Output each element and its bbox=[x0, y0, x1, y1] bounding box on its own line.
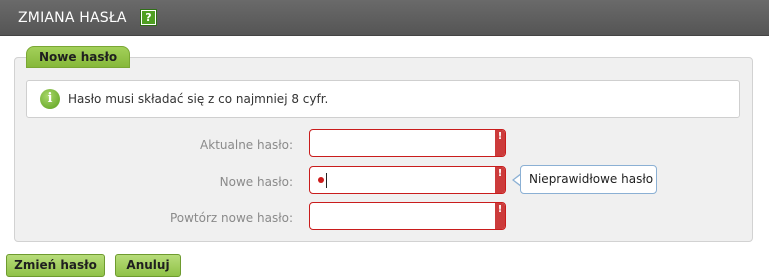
page-title: ZMIANA HASŁA bbox=[18, 10, 127, 26]
error-marker: ! bbox=[495, 167, 505, 193]
new-password-field[interactable]: ! bbox=[309, 166, 506, 194]
current-password-field[interactable]: ! bbox=[309, 129, 506, 157]
error-marker: ! bbox=[495, 130, 505, 156]
text-caret bbox=[326, 173, 327, 188]
cancel-button[interactable]: Anuluj bbox=[115, 254, 181, 277]
page-header: ZMIANA HASŁA ? bbox=[0, 0, 769, 36]
repeat-password-label: Powtórz nowe hasło: bbox=[169, 211, 293, 225]
repeat-password-field[interactable]: ! bbox=[309, 202, 506, 230]
info-icon: i bbox=[40, 89, 60, 109]
new-password-label: Nowe hasło: bbox=[219, 175, 293, 189]
info-text: Hasło musi składać się z co najmniej 8 c… bbox=[68, 92, 329, 106]
error-tooltip: Nieprawidłowe hasło bbox=[520, 165, 657, 194]
panel-tab: Nowe hasło bbox=[26, 46, 131, 68]
help-icon[interactable]: ? bbox=[140, 9, 157, 26]
help-glyph: ? bbox=[142, 11, 155, 24]
current-password-label: Aktualne hasło: bbox=[200, 138, 293, 152]
change-password-button[interactable]: Zmień hasło bbox=[6, 254, 105, 277]
password-dot bbox=[318, 177, 324, 183]
error-marker: ! bbox=[495, 203, 505, 229]
info-box: i Hasło musi składać się z co najmniej 8… bbox=[26, 80, 740, 118]
